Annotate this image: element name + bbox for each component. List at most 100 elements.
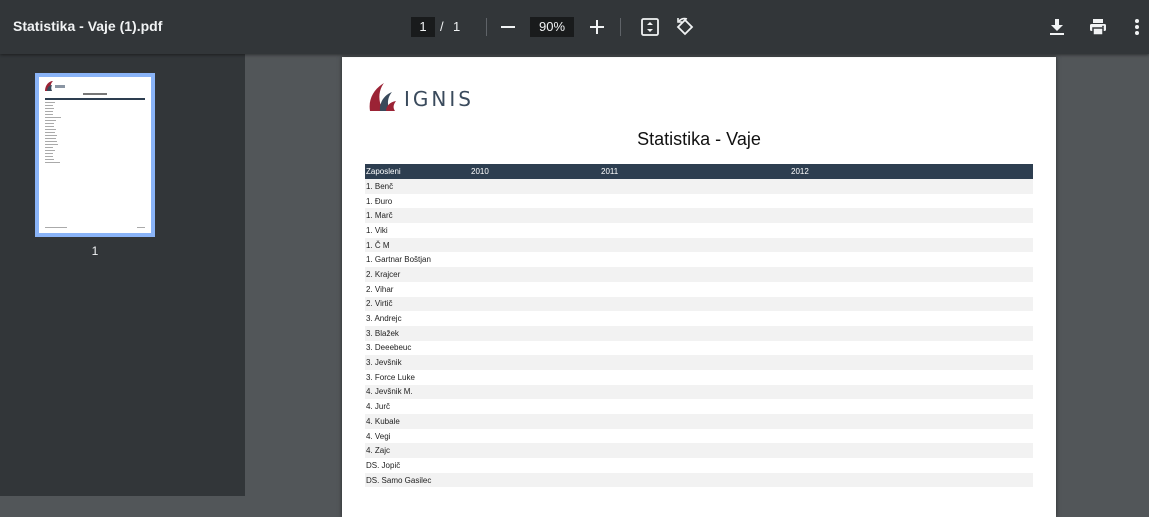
thumbnail-page-number: 1 <box>91 244 99 258</box>
value-cell-2011 <box>600 282 790 297</box>
page-thumbnail[interactable] <box>35 73 155 237</box>
column-header-2011: 2011 <box>600 164 790 179</box>
page-number-input[interactable]: 1 <box>411 17 435 37</box>
value-cell-2012 <box>790 429 1033 444</box>
value-cell-2010 <box>470 267 600 282</box>
zoom-in-button[interactable] <box>585 15 609 39</box>
employee-name-cell: 2. Krajcer <box>365 267 470 282</box>
value-cell-2011 <box>600 311 790 326</box>
table-row: 4. Jevšnik M. <box>365 384 1033 400</box>
employee-name-cell: 2. Vihar <box>366 284 394 294</box>
value-cell-2011 <box>600 252 790 267</box>
value-cell-2010 <box>470 414 600 429</box>
fit-to-page-button[interactable] <box>638 15 662 39</box>
employee-name-cell: 1. Marč <box>365 208 470 224</box>
employee-name-cell: DS. Jopič <box>366 460 401 470</box>
employee-name-cell: 4. Jurč <box>366 402 391 412</box>
value-cell-2012 <box>790 399 1033 414</box>
value-cell-2011 <box>600 223 790 238</box>
table-row: 3. Deeebeuc <box>365 341 1033 356</box>
thumbnail-preview <box>39 77 151 233</box>
employee-name-cell: 1. Gartnar Boštjan <box>366 255 431 265</box>
value-cell-2010 <box>470 429 600 444</box>
table-row: 4. Vegi <box>365 429 1033 444</box>
document-heading: Statistika - Vaje <box>637 129 761 149</box>
employee-name-cell: DS. Samo Gasilec <box>365 472 470 488</box>
rotate-button[interactable] <box>673 15 697 39</box>
download-button[interactable] <box>1045 15 1069 39</box>
value-cell-2010 <box>470 311 600 326</box>
value-cell-2010 <box>470 223 600 238</box>
toolbar-divider <box>486 18 487 36</box>
page-separator: / <box>440 19 444 34</box>
zoom-out-button[interactable] <box>496 15 520 39</box>
employee-name-cell: 3. Blažek <box>365 325 470 341</box>
employee-name-cell: 3. Jevšnik <box>365 355 470 370</box>
pdf-page: IGNIS Statistika - Vaje Zaposleni 2010 2… <box>342 57 1056 517</box>
employee-name-cell: 1. Benč <box>365 179 470 194</box>
value-cell-2011 <box>600 458 790 473</box>
value-cell-2011 <box>600 355 790 370</box>
value-cell-2010 <box>470 282 600 297</box>
table-row: 2. Krajcer <box>365 267 1033 282</box>
table-row: 4. Jurč <box>365 399 1033 414</box>
logo-wordmark: IGNIS <box>404 87 474 111</box>
table-body: 1. Benč 1. Đuro 1. Marč 1. Viki 1. Č M 1. Gar… <box>365 179 1033 488</box>
value-cell-2010 <box>470 370 600 385</box>
table-row: 3. Force Luke <box>365 370 1033 385</box>
value-cell-2012 <box>790 296 1033 312</box>
table-row: 2. Virtič <box>365 296 1033 312</box>
more-actions-button[interactable] <box>1125 15 1149 39</box>
column-header-2010: 2010 <box>470 164 600 179</box>
table-row: 4. Kubale <box>365 414 1033 429</box>
value-cell-2012 <box>790 443 1033 459</box>
value-cell-2010 <box>470 194 600 209</box>
employee-table: Zaposleni 2010 2011 2012 1. Benč 1. Đuro 1… <box>365 164 1033 488</box>
value-cell-2012 <box>790 472 1033 488</box>
value-cell-2012 <box>790 208 1033 224</box>
document-title: Statistika - Vaje (1).pdf <box>13 18 163 34</box>
print-button[interactable] <box>1086 15 1110 39</box>
thumbnail-sidebar: 1 <box>0 54 245 496</box>
toolbar-divider <box>620 18 621 36</box>
table-row: 1. Č M <box>365 237 1033 253</box>
employee-name-cell: 2. Virtič <box>365 296 470 312</box>
zoom-level-input[interactable]: 90% <box>530 17 574 37</box>
employee-name-cell: 3. Deeebeuc <box>366 343 412 353</box>
value-cell-2010 <box>470 341 600 356</box>
rotate-icon <box>676 17 694 36</box>
employee-name-cell: 4. Vegi <box>366 431 391 441</box>
value-cell-2012 <box>790 237 1033 253</box>
value-cell-2011 <box>600 179 790 194</box>
value-cell-2012 <box>790 223 1033 238</box>
table-row: 3. Jevšnik <box>365 355 1033 370</box>
value-cell-2011 <box>600 194 790 209</box>
table-row: 2. Vihar <box>365 282 1033 297</box>
value-cell-2012 <box>790 311 1033 326</box>
ignis-logo-icon <box>369 83 396 111</box>
value-cell-2011 <box>600 208 790 224</box>
value-cell-2010 <box>470 399 600 414</box>
value-cell-2011 <box>600 296 790 312</box>
value-cell-2010 <box>470 458 600 473</box>
table-header-row: Zaposleni 2010 2011 2012 <box>365 164 1033 179</box>
minus-icon <box>501 26 515 28</box>
value-cell-2012 <box>790 252 1033 267</box>
value-cell-2011 <box>600 341 790 356</box>
value-cell-2010 <box>470 384 600 400</box>
value-cell-2012 <box>790 341 1033 356</box>
employee-name-cell: 4. Kubale <box>365 414 470 429</box>
value-cell-2012 <box>790 370 1033 385</box>
plus-icon <box>590 20 604 34</box>
value-cell-2010 <box>470 179 600 194</box>
thumbnail-miniature <box>45 81 145 228</box>
column-header-zaposleni: Zaposleni <box>365 164 470 179</box>
value-cell-2012 <box>790 355 1033 370</box>
value-cell-2011 <box>600 414 790 429</box>
employee-name-cell: 4. Jevšnik M. <box>365 384 470 400</box>
employee-name-cell: 1. Viki <box>366 225 388 235</box>
column-header-2012: 2012 <box>790 164 1033 179</box>
table-row: 1. Đuro <box>365 194 1033 209</box>
table-row: 1. Benč <box>365 179 1033 194</box>
table-row: 1. Gartnar Boštjan <box>365 252 1033 267</box>
